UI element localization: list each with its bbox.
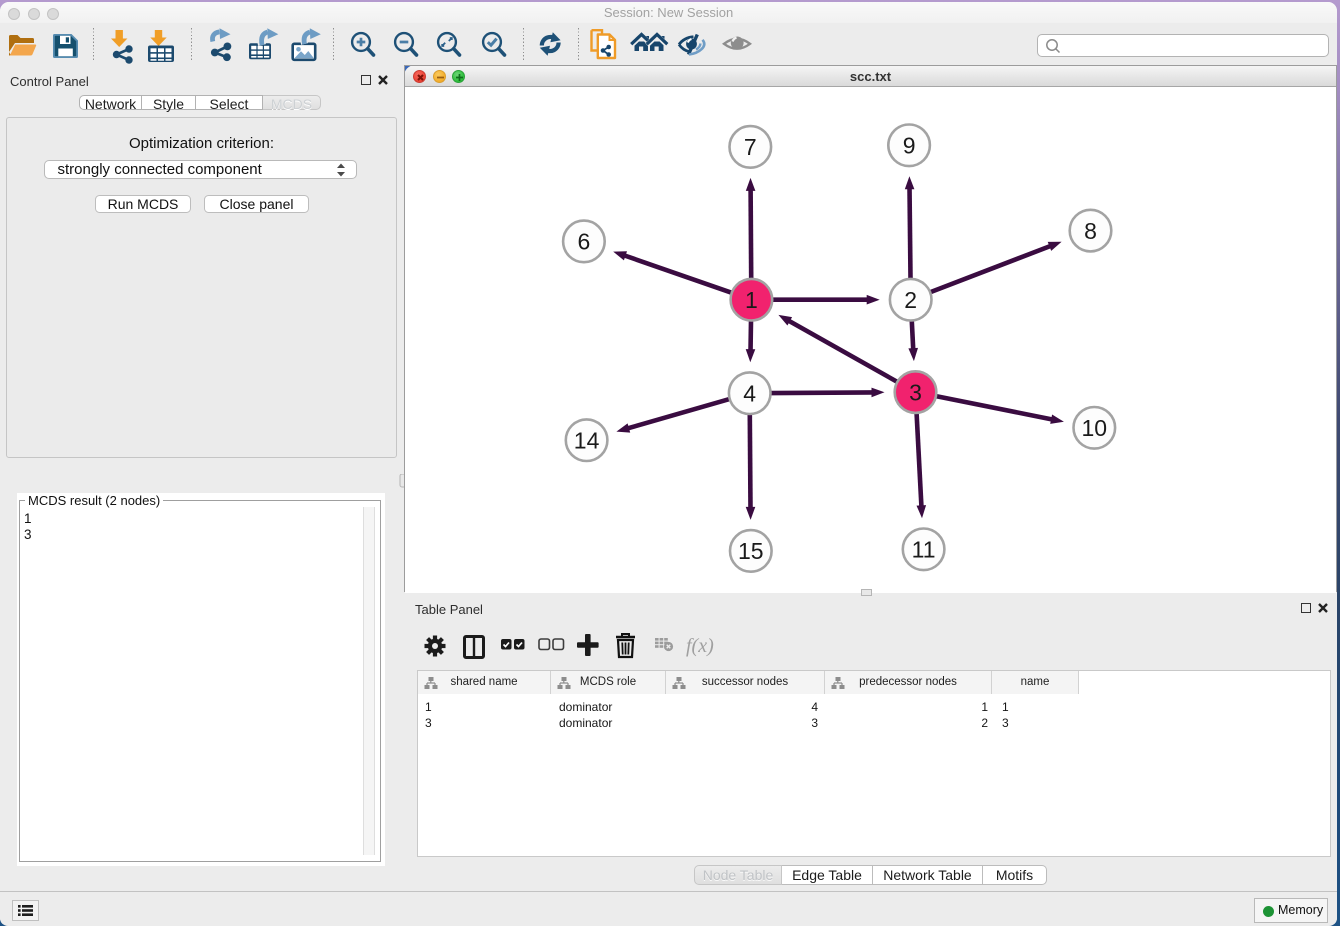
svg-text:4: 4 bbox=[743, 380, 756, 406]
svg-text:14: 14 bbox=[574, 427, 600, 453]
svg-text:11: 11 bbox=[912, 537, 936, 563]
svg-text:3: 3 bbox=[909, 379, 922, 405]
svg-text:10: 10 bbox=[1082, 415, 1108, 441]
svg-text:8: 8 bbox=[1084, 218, 1097, 244]
svg-text:2: 2 bbox=[904, 287, 917, 313]
svg-text:9: 9 bbox=[903, 133, 916, 159]
svg-text:7: 7 bbox=[744, 134, 757, 160]
svg-text:f(x): f(x) bbox=[686, 635, 714, 657]
svg-text:6: 6 bbox=[578, 229, 591, 255]
svg-text:15: 15 bbox=[738, 538, 764, 564]
svg-text:1: 1 bbox=[745, 287, 758, 313]
